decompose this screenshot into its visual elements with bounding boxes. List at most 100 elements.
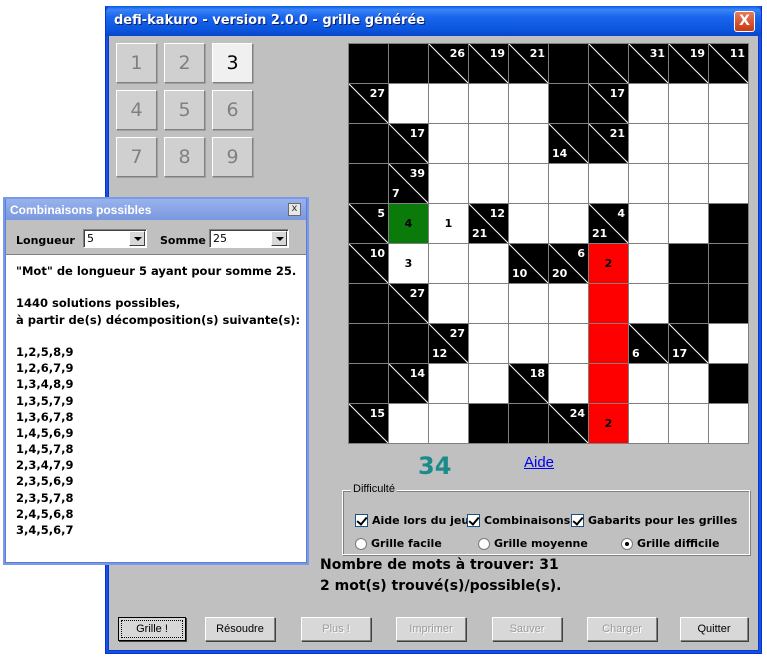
combinations-text: "Mot" de longueur 5 ayant pour somme 25.… <box>16 263 300 538</box>
clue-cell: 15 <box>349 404 388 443</box>
radio-medium-dot[interactable] <box>478 537 490 550</box>
resoudre-button[interactable]: Résoudre <box>205 617 275 641</box>
checkbox-templates-box[interactable] <box>571 514 584 527</box>
input-cell[interactable] <box>589 164 628 203</box>
checkbox-combinations[interactable]: Combinaisons <box>467 514 570 527</box>
highlighted-cell[interactable] <box>589 324 628 363</box>
input-cell[interactable] <box>629 404 668 443</box>
radio-hard-dot[interactable] <box>621 537 633 550</box>
input-cell[interactable] <box>669 124 708 163</box>
input-cell[interactable] <box>509 204 548 243</box>
input-cell[interactable] <box>509 124 548 163</box>
input-cell[interactable] <box>709 164 748 203</box>
number-button-4[interactable]: 4 <box>116 90 157 130</box>
input-cell[interactable] <box>709 404 748 443</box>
input-cell[interactable] <box>469 364 508 403</box>
highlighted-cell[interactable]: 2 <box>589 244 628 283</box>
highlighted-cell[interactable] <box>589 364 628 403</box>
input-cell[interactable] <box>469 124 508 163</box>
chevron-down-icon[interactable] <box>271 231 287 246</box>
number-button-8[interactable]: 8 <box>164 137 205 177</box>
input-cell[interactable]: 1 <box>429 204 468 243</box>
input-cell[interactable] <box>629 244 668 283</box>
input-cell[interactable] <box>549 204 588 243</box>
number-button-1[interactable]: 1 <box>116 43 157 83</box>
grille-button[interactable]: Grille ! <box>118 617 186 641</box>
input-cell[interactable] <box>549 164 588 203</box>
sum-select[interactable]: 25 <box>209 229 289 248</box>
quitter-button[interactable]: Quitter <box>680 617 748 641</box>
close-button[interactable]: X <box>734 11 755 32</box>
input-cell[interactable] <box>429 364 468 403</box>
combination-line <box>16 328 300 344</box>
length-select[interactable]: 5 <box>83 229 147 248</box>
number-button-3[interactable]: 3 <box>212 43 253 83</box>
input-cell[interactable] <box>429 404 468 443</box>
input-cell[interactable] <box>509 84 548 123</box>
input-cell[interactable] <box>469 244 508 283</box>
input-cell[interactable] <box>509 284 548 323</box>
input-cell[interactable] <box>429 124 468 163</box>
input-cell[interactable] <box>429 84 468 123</box>
input-cell[interactable] <box>629 364 668 403</box>
input-cell[interactable] <box>469 284 508 323</box>
input-cell[interactable] <box>629 284 668 323</box>
highlighted-cell[interactable] <box>589 284 628 323</box>
combinations-close-button[interactable]: x <box>288 203 301 216</box>
clue-down-sum: 20 <box>552 267 568 280</box>
input-cell[interactable] <box>549 324 588 363</box>
input-cell[interactable]: 3 <box>389 244 428 283</box>
sauver-button[interactable]: Sauver <box>492 617 562 641</box>
input-cell[interactable] <box>389 404 428 443</box>
input-cell[interactable] <box>429 284 468 323</box>
input-cell[interactable] <box>509 324 548 363</box>
chevron-down-icon[interactable] <box>129 231 145 246</box>
charger-button[interactable]: Charger <box>587 617 657 641</box>
input-cell[interactable] <box>629 84 668 123</box>
input-cell[interactable] <box>709 324 748 363</box>
radio-hard[interactable]: Grille difficile <box>621 537 720 550</box>
input-cell[interactable] <box>429 244 468 283</box>
clue-cell: 17 <box>389 124 428 163</box>
radio-easy-dot[interactable] <box>355 537 367 550</box>
number-button-2[interactable]: 2 <box>164 43 205 83</box>
input-cell[interactable] <box>709 84 748 123</box>
clue-cell: 18 <box>509 364 548 403</box>
input-cell[interactable] <box>629 164 668 203</box>
input-cell[interactable] <box>669 164 708 203</box>
number-button-9[interactable]: 9 <box>212 137 253 177</box>
checkbox-game-help[interactable]: Aide lors du jeu <box>355 514 469 527</box>
checkbox-templates[interactable]: Gabarits pour les grilles <box>571 514 737 527</box>
input-cell[interactable] <box>469 164 508 203</box>
input-cell[interactable] <box>469 84 508 123</box>
checkbox-game-help-box[interactable] <box>355 514 368 527</box>
input-cell[interactable] <box>629 124 668 163</box>
input-cell[interactable] <box>549 364 588 403</box>
main-titlebar[interactable]: defi-kakuro - version 2.0.0 - grille gén… <box>106 6 761 36</box>
input-cell[interactable] <box>709 124 748 163</box>
input-cell[interactable] <box>629 204 668 243</box>
input-cell[interactable] <box>389 84 428 123</box>
help-link[interactable]: Aide <box>524 454 554 471</box>
number-button-5[interactable]: 5 <box>164 90 205 130</box>
input-cell[interactable] <box>669 404 708 443</box>
input-cell[interactable] <box>669 204 708 243</box>
highlighted-cell[interactable]: 2 <box>589 404 628 443</box>
clue-across-sum: 27 <box>449 327 465 340</box>
checkbox-combinations-box[interactable] <box>467 514 480 527</box>
number-button-6[interactable]: 6 <box>212 90 253 130</box>
radio-medium[interactable]: Grille moyenne <box>478 537 588 550</box>
input-cell[interactable] <box>429 164 468 203</box>
radio-easy[interactable]: Grille facile <box>355 537 442 550</box>
input-cell[interactable] <box>469 324 508 363</box>
combinations-titlebar[interactable]: Combinaisons possibles x <box>6 199 306 220</box>
input-cell[interactable] <box>669 84 708 123</box>
plus-button[interactable]: Plus ! <box>301 617 371 641</box>
input-cell[interactable] <box>669 364 708 403</box>
imprimer-button[interactable]: Imprimer <box>396 617 466 641</box>
clue-across-sum: 19 <box>689 47 705 60</box>
input-cell[interactable] <box>509 164 548 203</box>
input-cell[interactable] <box>549 284 588 323</box>
number-button-7[interactable]: 7 <box>116 137 157 177</box>
selected-cell[interactable]: 4 <box>389 204 428 243</box>
